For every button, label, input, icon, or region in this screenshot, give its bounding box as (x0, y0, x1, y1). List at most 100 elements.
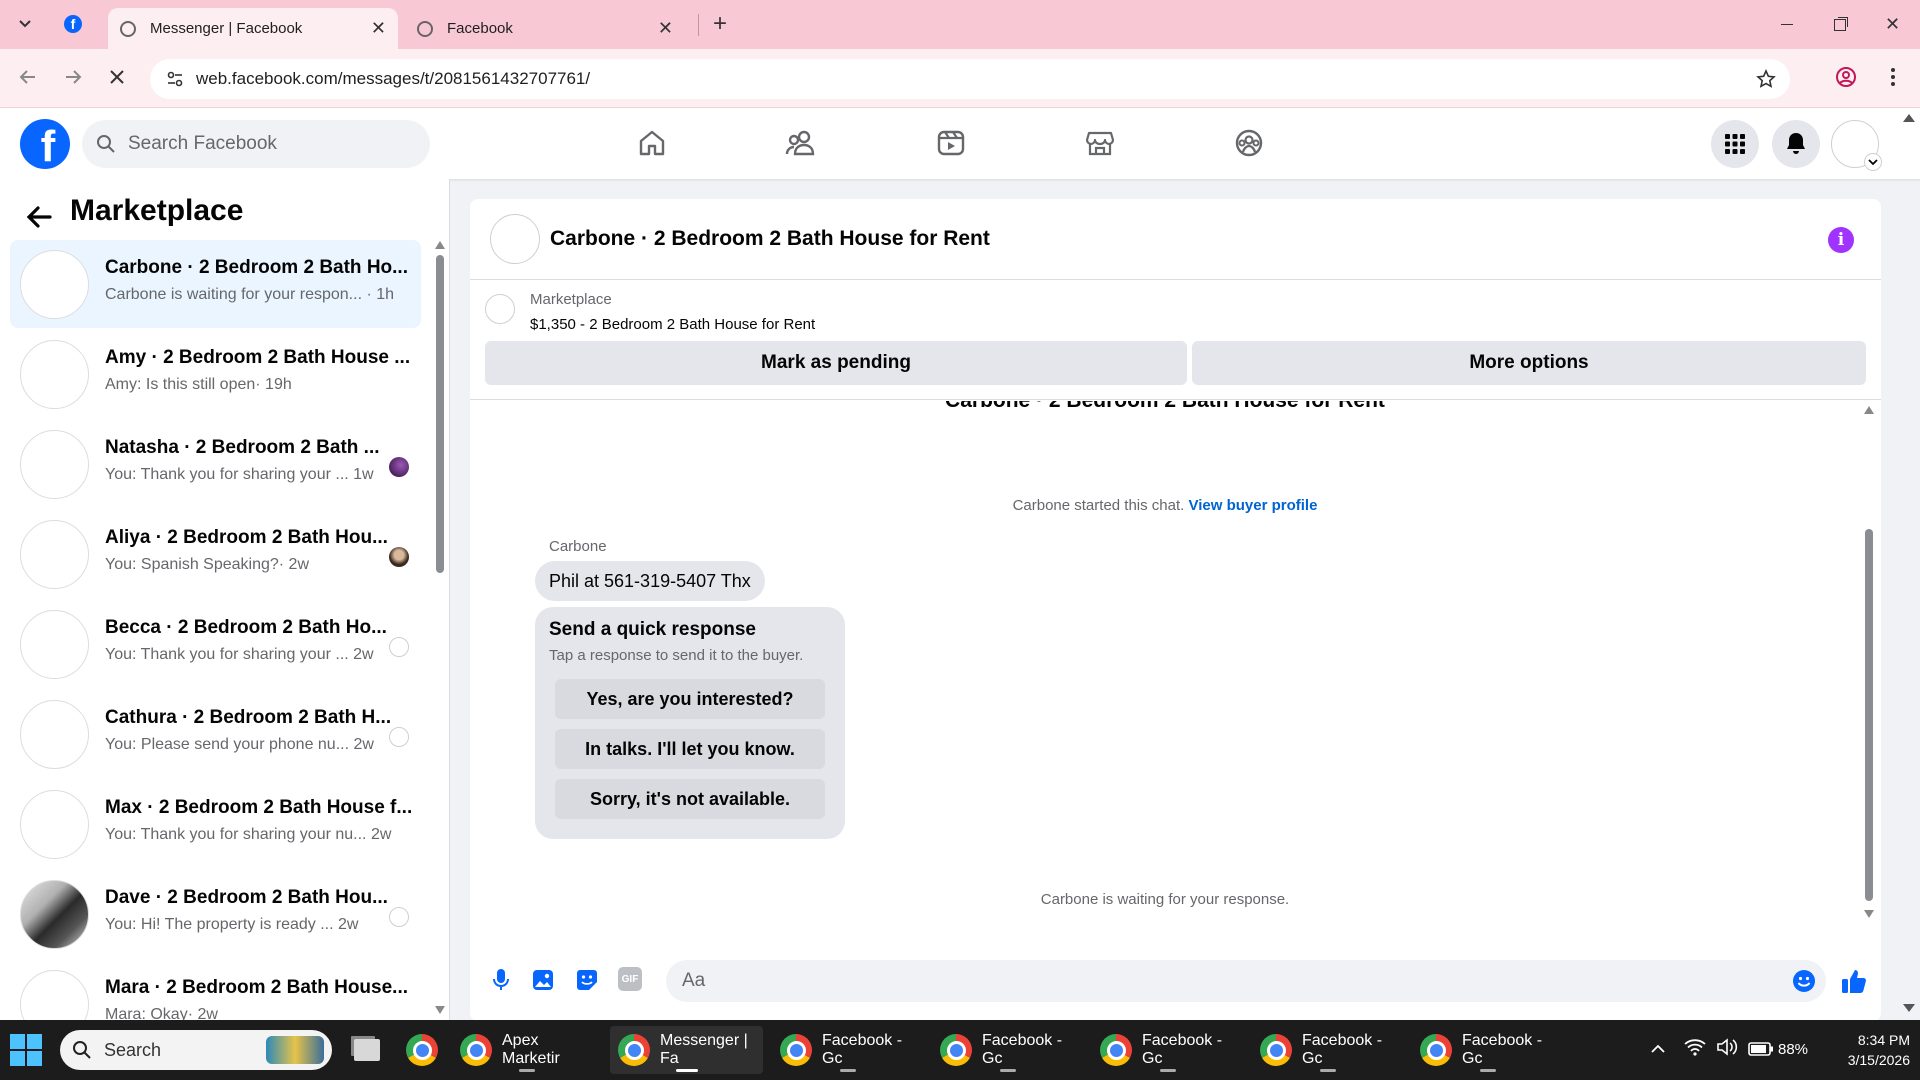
close-window-button[interactable]: ✕ (1866, 0, 1919, 49)
pinned-tab-facebook[interactable]: f (56, 7, 90, 41)
taskbar-app-facebook-1[interactable]: Facebook - Gc (772, 1026, 924, 1074)
send-like-button[interactable] (1838, 965, 1870, 997)
chat-avatar[interactable] (490, 214, 540, 264)
image-icon (533, 970, 553, 990)
taskbar-app-facebook-3[interactable]: Facebook - Gc (1092, 1026, 1244, 1074)
back-button[interactable] (10, 59, 46, 95)
taskbar-search[interactable]: Search (60, 1030, 332, 1070)
browser-menu-button[interactable] (1875, 59, 1911, 95)
attach-photo-button[interactable] (528, 965, 558, 995)
tab-messenger[interactable]: Messenger | Facebook ✕ (108, 8, 398, 49)
system-clock[interactable]: 8:34 PM 3/15/2026 (1820, 1030, 1910, 1070)
taskbar-app-facebook-4[interactable]: Facebook - Gc (1252, 1026, 1404, 1074)
scroll-up-arrow-icon (1864, 406, 1874, 414)
close-tab-icon[interactable]: ✕ (371, 18, 386, 39)
show-hidden-icons-button[interactable] (1648, 1038, 1668, 1058)
tab-facebook[interactable]: Facebook ✕ (405, 8, 685, 49)
arrow-left-icon (26, 206, 52, 228)
nav-friends[interactable] (771, 118, 831, 168)
thread-scrollbar-thumb[interactable] (1865, 529, 1873, 901)
taskbar-task-view[interactable] (346, 1026, 388, 1074)
listing-title[interactable]: $1,350 - 2 Bedroom 2 Bath House for Rent (530, 316, 815, 333)
facebook-logo[interactable]: f (20, 119, 70, 169)
chat-header: Carbone · 2 Bedroom 2 Bath House for Ren… (470, 199, 1881, 280)
sidebar-scroll-up[interactable] (434, 241, 446, 251)
gif-button[interactable]: GIF (618, 967, 642, 991)
message-input[interactable]: Aa (666, 960, 1826, 1002)
facebook-search-input[interactable]: Search Facebook (82, 120, 430, 168)
nav-home[interactable] (622, 118, 682, 168)
bookmark-star-icon[interactable] (1756, 69, 1776, 89)
emoji-icon[interactable] (1792, 969, 1816, 993)
nav-marketplace[interactable] (1070, 118, 1130, 168)
more-options-button[interactable]: More options (1192, 341, 1866, 385)
close-tab-icon[interactable]: ✕ (658, 18, 673, 39)
quick-response-button[interactable]: Sorry, it's not available. (555, 779, 825, 819)
restore-button[interactable] (1813, 0, 1866, 49)
stop-loading-button[interactable] (99, 59, 135, 95)
back-to-chats-button[interactable] (22, 200, 56, 234)
taskbar-app-facebook-2[interactable]: Facebook - Gc (932, 1026, 1084, 1074)
url-omnibox[interactable]: web.facebook.com/messages/t/208156143270… (150, 59, 1790, 99)
nav-watch[interactable] (921, 118, 981, 168)
taskbar-app-facebook-5[interactable]: Facebook - Gc (1412, 1026, 1564, 1074)
taskbar-app-apex[interactable]: Apex Marketir (452, 1026, 602, 1074)
account-menu-chevron[interactable] (1864, 153, 1882, 171)
battery-status[interactable]: 88% (1748, 1036, 1808, 1062)
menu-button[interactable] (1711, 120, 1759, 168)
sticker-button[interactable] (572, 965, 602, 995)
start-button[interactable] (10, 1034, 42, 1066)
new-tab-button[interactable]: + (703, 7, 737, 41)
quick-response-title: Send a quick response (549, 619, 756, 640)
volume-status[interactable] (1716, 1038, 1740, 1060)
conversation-item-aliya[interactable]: Aliya · 2 Bedroom 2 Bath Hou... You: Spa… (10, 510, 421, 598)
voice-clip-button[interactable] (486, 965, 516, 995)
page-scroll-up[interactable] (1900, 114, 1918, 128)
tab-divider (698, 14, 699, 36)
listing-thumbnail[interactable] (485, 294, 515, 324)
view-buyer-profile-link[interactable]: View buyer profile (1189, 497, 1318, 514)
read-receipt-avatar (389, 907, 409, 927)
thread-scroll-down[interactable] (1862, 910, 1876, 920)
conversation-item-amy[interactable]: Amy · 2 Bedroom 2 Bath House ... Amy: Is… (10, 330, 421, 418)
chat-title[interactable]: Carbone · 2 Bedroom 2 Bath House for Ren… (550, 227, 990, 251)
avatar (20, 430, 89, 499)
avatar (20, 610, 89, 679)
message-bubble[interactable]: Phil at 561-319-5407 Thx (535, 561, 765, 601)
conversation-item-max[interactable]: Max · 2 Bedroom 2 Bath House f... You: T… (10, 780, 421, 868)
taskbar-chrome[interactable] (398, 1026, 446, 1074)
nav-groups[interactable] (1219, 118, 1279, 168)
chat-started-notice: Carbone started this chat. View buyer pr… (470, 497, 1860, 514)
conversation-preview: You: Thank you for sharing your nu... 2w (105, 826, 391, 844)
tab-search-button[interactable] (8, 7, 42, 41)
thread-scroll-up[interactable] (1862, 406, 1876, 416)
conversation-info-button[interactable]: i (1828, 227, 1854, 253)
taskbar-app-messenger[interactable]: Messenger | Fa (610, 1026, 763, 1074)
page-scroll-down[interactable] (1902, 1004, 1916, 1016)
running-indicator (1160, 1069, 1176, 1072)
conversation-item-becca[interactable]: Becca · 2 Bedroom 2 Bath Ho... You: Than… (10, 600, 421, 688)
conversation-item-cathura[interactable]: Cathura · 2 Bedroom 2 Bath H... You: Ple… (10, 690, 421, 778)
loading-favicon-icon (120, 20, 136, 37)
sidebar-scrollbar-thumb[interactable] (436, 255, 444, 573)
running-indicator (519, 1069, 535, 1072)
quick-response-button[interactable]: In talks. I'll let you know. (555, 729, 825, 769)
minimize-button[interactable] (1760, 0, 1813, 49)
conversation-item-carbone[interactable]: Carbone · 2 Bedroom 2 Bath Ho... Carbone… (10, 240, 421, 328)
wifi-status[interactable] (1684, 1038, 1708, 1060)
profile-button[interactable] (1828, 59, 1864, 95)
preview-text: You: Thank you for sharing your ... (105, 646, 349, 663)
windows-logo-icon (10, 1051, 25, 1066)
preview-text: Amy: Is this still open (105, 376, 256, 393)
quick-response-button[interactable]: Yes, are you interested? (555, 679, 825, 719)
windows-taskbar: Search Apex Marketir Messenger | Fa Face… (0, 1020, 1920, 1080)
conversation-item-mara[interactable]: Mara · 2 Bedroom 2 Bath House... Mara: O… (10, 960, 421, 1020)
conversation-item-dave[interactable]: Dave · 2 Bedroom 2 Bath Hou... You: Hi! … (10, 870, 421, 958)
conversation-preview: You: Please send your phone nu... 2w (105, 736, 374, 754)
conversation-item-natasha[interactable]: Natasha · 2 Bedroom 2 Bath ... You: Than… (10, 420, 421, 508)
notifications-button[interactable] (1772, 120, 1820, 168)
mark-as-pending-button[interactable]: Mark as pending (485, 341, 1187, 385)
sidebar-scroll-down[interactable] (434, 1006, 446, 1016)
forward-button[interactable] (55, 59, 91, 95)
site-settings-icon[interactable] (166, 70, 184, 88)
